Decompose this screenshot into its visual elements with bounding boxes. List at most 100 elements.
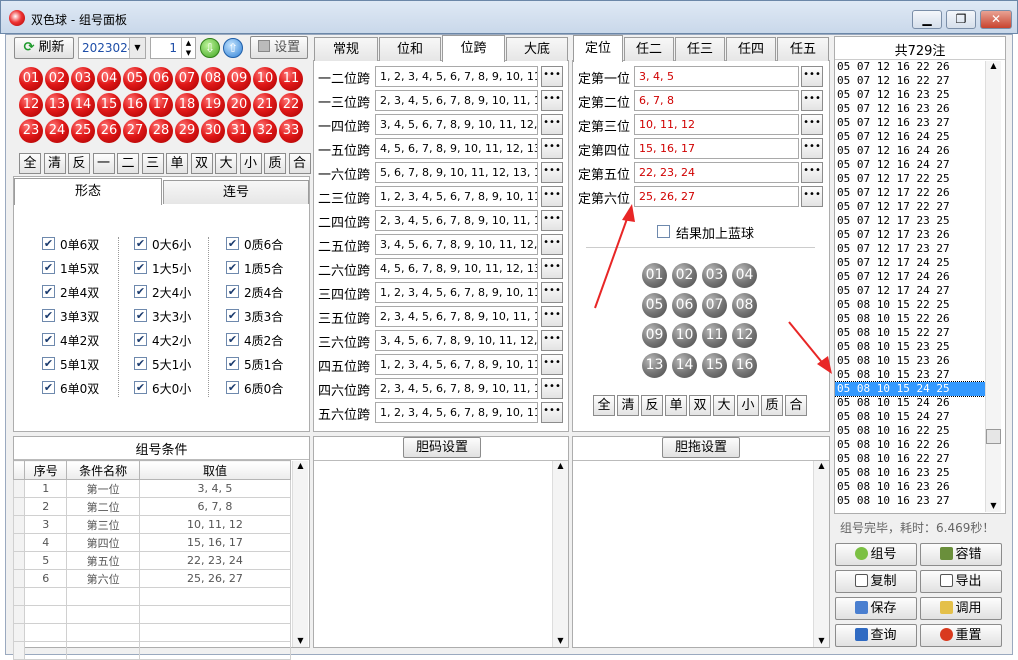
result-item[interactable]: 05 07 12 16 24 26 <box>835 144 985 158</box>
shape-checkbox[interactable]: ✔ <box>42 261 55 274</box>
blue-ball[interactable]: 15 <box>702 353 727 378</box>
red-ball[interactable]: 19 <box>201 93 225 117</box>
result-item[interactable]: 05 07 12 17 23 27 <box>835 242 985 256</box>
result-item[interactable]: 05 08 10 15 24 27 <box>835 410 985 424</box>
shape-checkbox[interactable]: ✔ <box>42 237 55 250</box>
scroll-thumb[interactable] <box>986 429 1001 444</box>
more-button[interactable]: ••• <box>801 186 823 207</box>
result-item[interactable]: 05 08 10 16 22 26 <box>835 438 985 452</box>
reset-button[interactable]: 重置 <box>920 624 1002 647</box>
stepper-arrows-icon[interactable]: ▲ ▼ <box>181 38 195 58</box>
select-button[interactable]: 清 <box>43 153 66 174</box>
result-item[interactable]: 05 07 12 17 22 26 <box>835 186 985 200</box>
table-row[interactable] <box>12 623 292 642</box>
result-item[interactable]: 05 07 12 16 22 26 <box>835 60 985 74</box>
shape-checkbox[interactable]: ✔ <box>226 261 239 274</box>
red-ball[interactable]: 09 <box>227 67 251 91</box>
column-header[interactable]: 取值 <box>138 460 292 480</box>
span-field[interactable]: 3, 4, 5, 6, 7, 8, 9, 10, 11, 12, 13, <box>375 234 538 255</box>
dan-ma-button[interactable]: 胆码设置 <box>403 437 481 458</box>
tolerance-button[interactable]: 容错 <box>920 543 1002 566</box>
column-header[interactable]: 序号 <box>24 460 68 480</box>
more-button[interactable]: ••• <box>541 282 563 303</box>
shape-checkbox[interactable]: ✔ <box>226 285 239 298</box>
more-button[interactable]: ••• <box>541 354 563 375</box>
span-field[interactable]: 4, 5, 6, 7, 8, 9, 10, 11, 12, 13, 14 <box>375 138 538 159</box>
blue-ball[interactable]: 09 <box>642 323 667 348</box>
red-ball[interactable]: 14 <box>71 93 95 117</box>
blue-ball-checkbox[interactable] <box>657 225 670 238</box>
tab-span[interactable]: 位跨 <box>442 35 505 62</box>
result-item[interactable]: 05 08 10 15 23 27 <box>835 368 985 382</box>
more-button[interactable]: ••• <box>541 66 563 87</box>
save-button[interactable]: 保存 <box>835 597 917 620</box>
blue-select-button[interactable]: 质 <box>761 395 783 416</box>
conditions-scrollbar[interactable]: ▲ ▼ <box>292 461 308 647</box>
result-item[interactable]: 05 07 12 16 22 27 <box>835 74 985 88</box>
result-item[interactable]: 05 08 10 16 23 26 <box>835 480 985 494</box>
red-ball[interactable]: 21 <box>253 93 277 117</box>
blue-ball[interactable]: 14 <box>672 353 697 378</box>
red-ball[interactable]: 33 <box>279 119 303 143</box>
span-field[interactable]: 1, 2, 3, 4, 5, 6, 7, 8, 9, 10, 11, 12 <box>375 354 538 375</box>
red-ball[interactable]: 12 <box>19 93 43 117</box>
tab-position-3[interactable]: 任四 <box>726 37 776 61</box>
more-button[interactable]: ••• <box>541 306 563 327</box>
more-button[interactable]: ••• <box>801 66 823 87</box>
blue-ball[interactable]: 07 <box>702 293 727 318</box>
span-field[interactable]: 4, 5, 6, 7, 8, 9, 10, 11, 12, 13, 14 <box>375 258 538 279</box>
red-ball[interactable]: 01 <box>19 67 43 91</box>
select-button[interactable]: 一 <box>92 153 115 174</box>
blue-ball[interactable]: 06 <box>672 293 697 318</box>
red-ball[interactable]: 22 <box>279 93 303 117</box>
select-button[interactable]: 小 <box>239 153 262 174</box>
copy-button[interactable]: 复制 <box>835 570 917 593</box>
span-field[interactable]: 1, 2, 3, 4, 5, 6, 7, 8, 9, 10, 11, 12 <box>375 66 538 87</box>
red-ball[interactable]: 13 <box>45 93 69 117</box>
red-ball[interactable]: 17 <box>149 93 173 117</box>
result-item[interactable]: 05 08 10 16 22 25 <box>835 424 985 438</box>
table-row[interactable]: 1 第一位 3, 4, 5 <box>12 479 292 498</box>
table-row[interactable]: 6 第六位 25, 26, 27 <box>12 569 292 588</box>
span-field[interactable]: 3, 4, 5, 6, 7, 8, 9, 10, 11, 12, 13, <box>375 330 538 351</box>
shape-checkbox[interactable]: ✔ <box>42 357 55 370</box>
span-field[interactable]: 3, 4, 5, 6, 7, 8, 9, 10, 11, 12, 13, <box>375 114 538 135</box>
result-item[interactable]: 05 07 12 16 23 25 <box>835 88 985 102</box>
blue-select-button[interactable]: 全 <box>593 395 615 416</box>
red-ball[interactable]: 11 <box>279 67 303 91</box>
position-field[interactable]: 25, 26, 27 <box>634 186 799 207</box>
blue-ball[interactable]: 04 <box>732 263 757 288</box>
more-button[interactable]: ••• <box>801 114 823 135</box>
red-ball[interactable]: 24 <box>45 119 69 143</box>
red-ball[interactable]: 10 <box>253 67 277 91</box>
blue-select-button[interactable]: 小 <box>737 395 759 416</box>
blue-ball[interactable]: 03 <box>702 263 727 288</box>
results-scrollbar[interactable]: ▲ ▼ <box>985 61 1001 512</box>
shape-checkbox[interactable]: ✔ <box>42 285 55 298</box>
issue-select[interactable]: 2023024 ▼ <box>78 37 146 59</box>
group-button[interactable]: 组号 <box>835 543 917 566</box>
span-field[interactable]: 1, 2, 3, 4, 5, 6, 7, 8, 9, 10, 11, 12 <box>375 282 538 303</box>
position-field[interactable]: 15, 16, 17 <box>634 138 799 159</box>
tab-base[interactable]: 大底 <box>506 37 568 61</box>
tab-position-0[interactable]: 定位 <box>573 35 623 62</box>
table-row[interactable] <box>12 641 292 660</box>
more-button[interactable]: ••• <box>801 90 823 111</box>
result-item[interactable]: 05 07 12 17 24 27 <box>835 284 985 298</box>
select-button[interactable]: 全 <box>19 153 41 174</box>
more-button[interactable]: ••• <box>541 258 563 279</box>
table-row[interactable]: 3 第三位 10, 11, 12 <box>12 515 292 534</box>
select-button[interactable]: 质 <box>264 153 286 174</box>
shape-checkbox[interactable]: ✔ <box>134 357 147 370</box>
span-field[interactable]: 2, 3, 4, 5, 6, 7, 8, 9, 10, 11, 12, 1 <box>375 378 538 399</box>
blue-ball[interactable]: 11 <box>702 323 727 348</box>
result-item[interactable]: 05 07 12 16 23 27 <box>835 116 985 130</box>
red-ball[interactable]: 02 <box>45 67 69 91</box>
export-button[interactable]: 导出 <box>920 570 1002 593</box>
result-item[interactable]: 05 07 12 17 22 27 <box>835 200 985 214</box>
position-field[interactable]: 10, 11, 12 <box>634 114 799 135</box>
red-ball[interactable]: 15 <box>97 93 121 117</box>
shape-checkbox[interactable]: ✔ <box>226 381 239 394</box>
more-button[interactable]: ••• <box>541 378 563 399</box>
tab-consecutive[interactable]: 连号 <box>163 180 309 204</box>
